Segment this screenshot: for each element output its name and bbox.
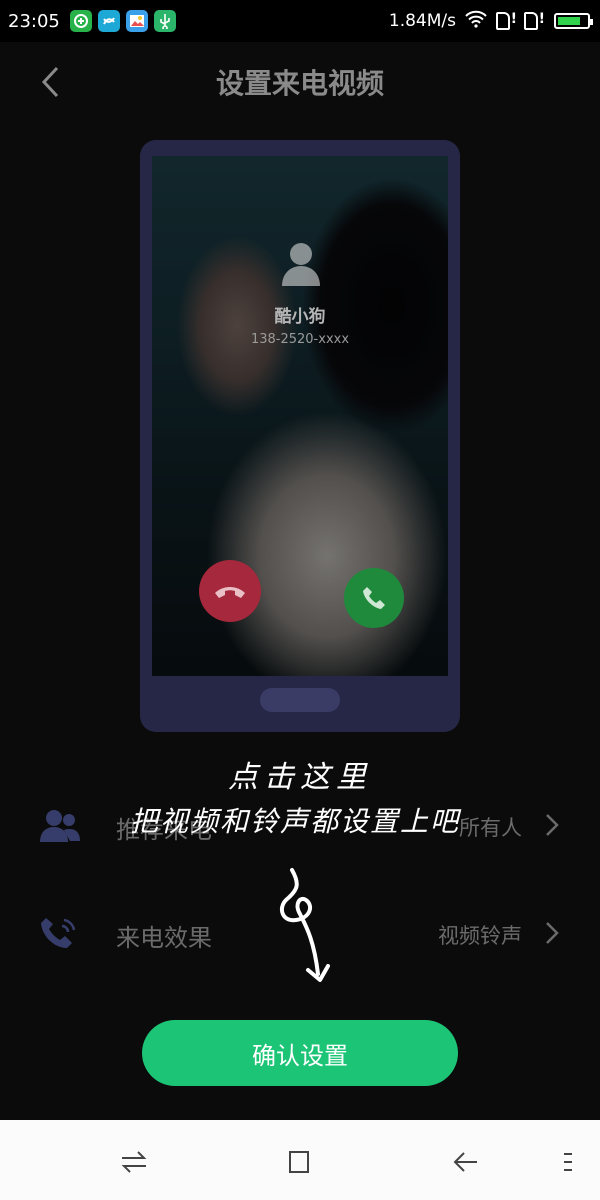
hand-drawn-arrow-icon xyxy=(279,868,330,982)
menu-nav-button[interactable] xyxy=(552,1146,584,1178)
caller-name: 酷小狗 xyxy=(274,307,326,327)
accept-call-button xyxy=(344,568,404,628)
home-nav-button[interactable] xyxy=(284,1146,316,1178)
sim-alert-icon-2 xyxy=(524,11,545,30)
back-nav-button[interactable] xyxy=(450,1146,482,1178)
phone-icon xyxy=(363,587,385,609)
overlay-hint-title: 点击这里 xyxy=(228,760,372,795)
caller-avatar-icon xyxy=(282,243,320,286)
row-label: 来电效果 xyxy=(116,924,212,952)
net-speed: 1.84M/s xyxy=(388,11,456,31)
more-menu-icon xyxy=(564,1153,572,1171)
recent-apps-button[interactable] xyxy=(118,1146,150,1178)
row-value: 视频铃声 xyxy=(438,924,522,948)
phone-home-button xyxy=(260,688,340,712)
phone-ring-icon xyxy=(41,918,76,948)
phone-preview: 酷小狗 138-2520-xxxx xyxy=(140,140,460,732)
back-arrow-icon xyxy=(453,1152,477,1172)
app-icon-green xyxy=(69,10,92,32)
wifi-icon xyxy=(464,10,488,33)
header: 设置来电视频 xyxy=(0,42,600,122)
page-title: 设置来电视频 xyxy=(215,67,384,100)
usb-icon xyxy=(153,10,176,32)
chevron-right-icon xyxy=(546,922,559,944)
switch-arrows-icon xyxy=(121,1151,147,1173)
status-bar-left: 23:05 xyxy=(8,10,176,32)
status-bar-right: 1.84M/s xyxy=(388,10,593,33)
app-icon-teal xyxy=(97,10,120,32)
battery-icon xyxy=(554,13,593,29)
decline-call-button xyxy=(199,560,261,622)
square-icon xyxy=(289,1151,309,1173)
app-icon-gallery xyxy=(125,10,148,32)
battery-level xyxy=(558,17,581,25)
status-bar: 23:05 1.84M/s xyxy=(0,0,600,42)
status-time: 23:05 xyxy=(8,10,60,32)
overlay-hint-text: 把视频和铃声都设置上吧 xyxy=(129,805,460,838)
video-preview-screen[interactable]: 酷小狗 138-2520-xxxx xyxy=(152,156,448,676)
caller-number: 138-2520-xxxx xyxy=(250,332,350,347)
hang-up-icon xyxy=(215,587,245,598)
confirm-settings-button[interactable]: 确认设置 xyxy=(142,1020,458,1086)
system-nav-bar xyxy=(0,1120,600,1200)
sim-alert-icon xyxy=(496,11,517,30)
